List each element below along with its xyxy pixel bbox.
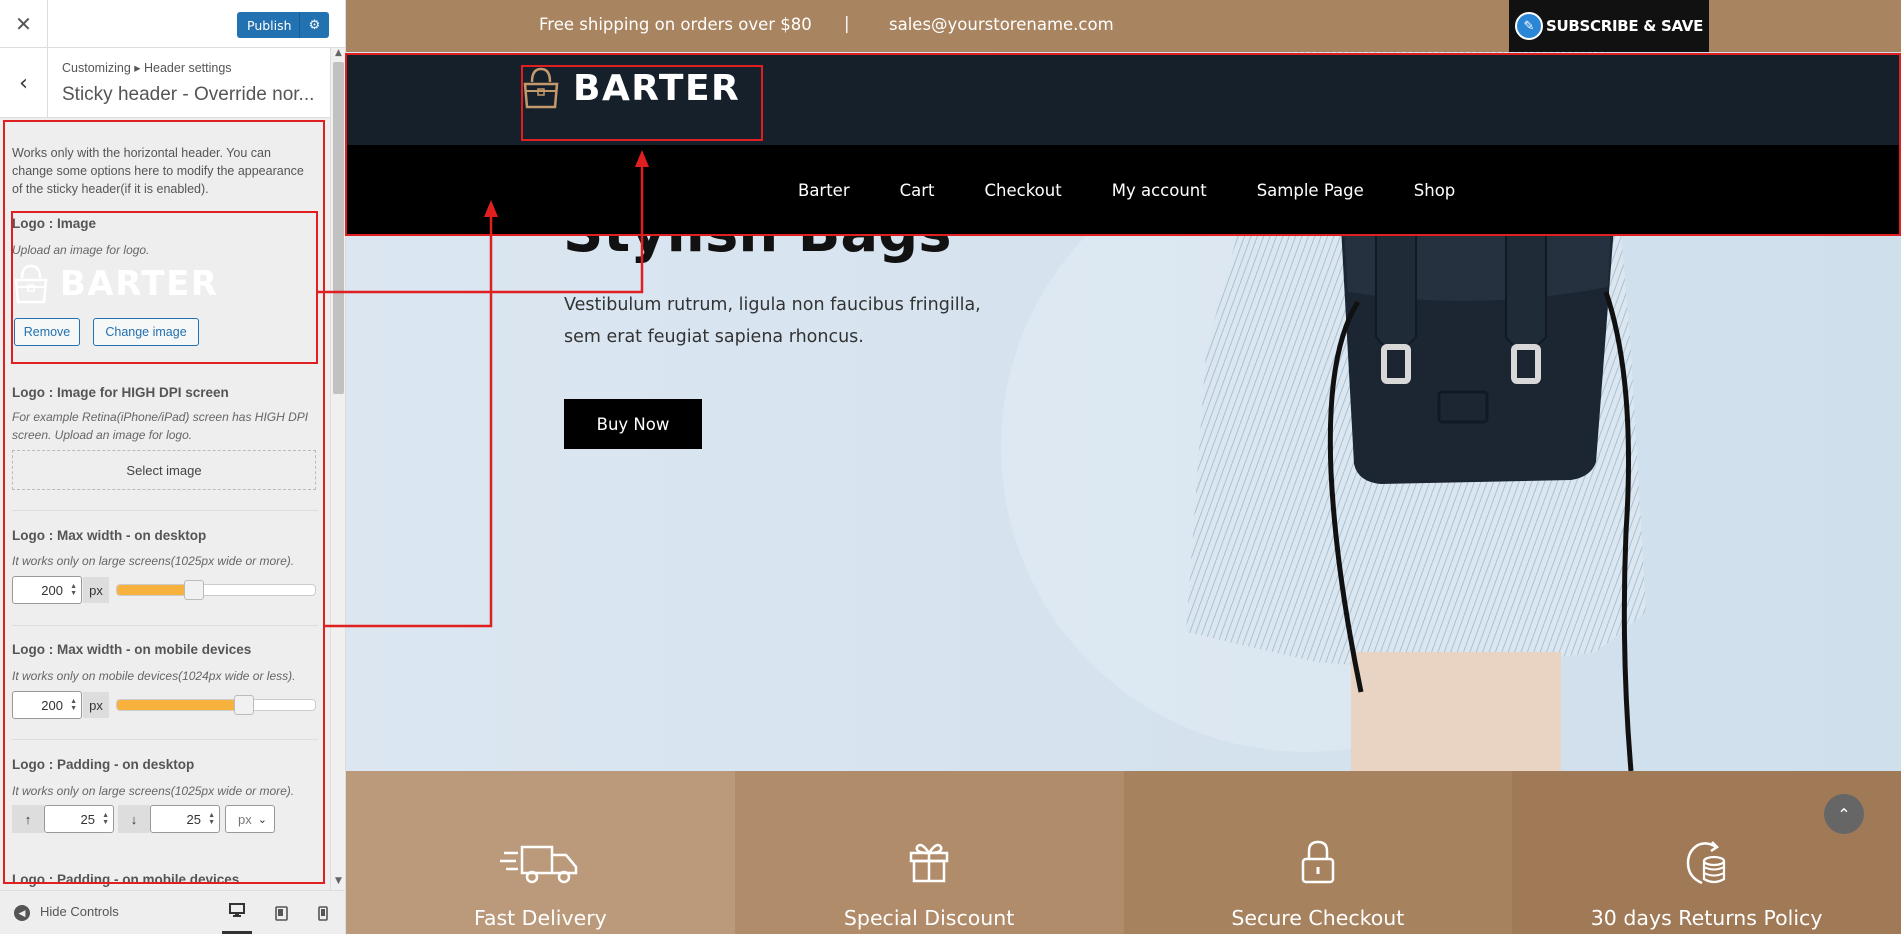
scroll-down-arrow-icon[interactable]: ▼ [331, 876, 345, 890]
feature-label: Special Discount [843, 906, 1015, 930]
scroll-to-top-button[interactable]: ⌃ [1824, 794, 1864, 834]
feature-label: Secure Checkout [1231, 906, 1405, 930]
feature-fast-delivery: Fast Delivery [346, 771, 735, 934]
feature-label: Fast Delivery [473, 906, 607, 930]
back-button[interactable]: ‹ [0, 48, 48, 118]
publish-label: Publish [247, 17, 292, 33]
feature-special-discount: Special Discount [734, 771, 1124, 934]
gift-icon [909, 843, 949, 883]
promo-text: Free shipping on orders over $80 [539, 15, 812, 34]
feature-secure-checkout: Secure Checkout [1123, 771, 1513, 934]
buy-now-button[interactable]: Buy Now [564, 399, 702, 449]
section-title: Sticky header - Override nor... [62, 84, 315, 105]
lock-icon [1301, 840, 1335, 884]
scroll-up-arrow-icon[interactable]: ▲ [331, 48, 345, 62]
subscribe-label: SUBSCRIBE & SAVE [1546, 17, 1704, 35]
annotation-box-header-logo [521, 65, 763, 141]
subscribe-save-button[interactable]: ✎ SUBSCRIBE & SAVE [1509, 0, 1709, 52]
features-strip: Fast Delivery Special Discount Secure Ch… [346, 771, 1901, 934]
sidebar-scrollbar[interactable]: ▲ ▼ [330, 48, 345, 890]
section-header: ‹ Customizing ▸ Header settings Sticky h… [0, 48, 330, 118]
pencil-icon: ✎ [1515, 12, 1543, 40]
close-icon: ✕ [15, 12, 32, 36]
feature-label: 30 days Returns Policy [1590, 906, 1823, 930]
collapse-icon[interactable]: ◀ [14, 905, 30, 921]
gear-icon[interactable]: ⚙ [300, 18, 329, 33]
scrollbar-thumb[interactable] [333, 62, 344, 394]
publish-button[interactable]: Publish ⚙ [237, 12, 329, 38]
top-bar: Free shipping on orders over $80 | sales… [346, 0, 1901, 52]
desktop-preview-icon[interactable] [222, 901, 252, 934]
tablet-preview-icon[interactable] [266, 901, 296, 925]
mobile-preview-icon[interactable] [308, 901, 338, 925]
customizer-footer: ◀ Hide Controls [0, 890, 345, 934]
topbar-separator: | [844, 14, 850, 33]
customizer-top-bar: ✕ Publish ⚙ [0, 0, 345, 48]
annotation-box-logo-control [11, 211, 318, 364]
breadcrumb: Customizing ▸ Header settings [62, 61, 232, 75]
hide-controls-button[interactable]: Hide Controls [40, 904, 119, 919]
chevron-left-icon: ‹ [19, 70, 28, 96]
truck-icon [500, 845, 578, 884]
contact-email[interactable]: sales@yourstorename.com [889, 15, 1114, 34]
close-customizer-button[interactable]: ✕ [0, 0, 48, 48]
chevron-up-icon: ⌃ [1837, 804, 1851, 824]
hero-text: Vestibulum rutrum, ligula non faucibus f… [564, 295, 981, 347]
coins-return-icon [1686, 841, 1725, 885]
